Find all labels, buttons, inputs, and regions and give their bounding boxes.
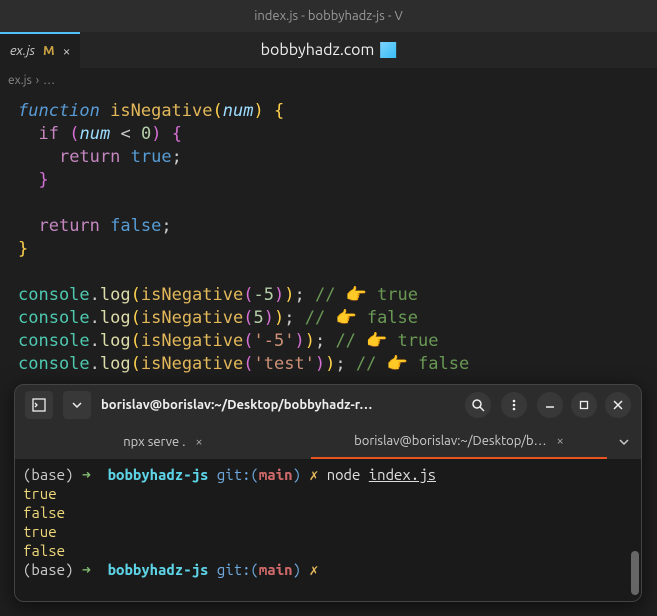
maximize-button[interactable] [571, 392, 597, 418]
chevron-down-icon [619, 437, 629, 447]
terminal-title: borislav@borislav:~/Desktop/bobbyhadz-r… [101, 398, 455, 412]
terminal-body[interactable]: (base) ➜ bobbyhadz-js git:(main) ✗ node … [15, 459, 641, 601]
git-branch: main [259, 466, 293, 483]
output-line: false [23, 542, 65, 559]
new-tab-button[interactable] [25, 391, 53, 419]
git-dirty-icon: ✗ [309, 466, 318, 483]
close-icon [612, 399, 624, 411]
editor-tabbar: ex.js M × bobbyhadz.com [0, 32, 657, 68]
minimize-icon [544, 399, 556, 411]
search-button[interactable] [465, 392, 491, 418]
menu-button[interactable] [501, 392, 527, 418]
output-line: true [23, 485, 57, 502]
param-num: num [223, 101, 254, 121]
breadcrumb-more: … [43, 74, 55, 87]
terminal-titlebar: borislav@borislav:~/Desktop/bobbyhadz-r… [15, 385, 641, 425]
terminal-tab-1-close[interactable]: × [195, 435, 202, 449]
terminal-tab-menu[interactable] [607, 425, 641, 459]
keyword-function: function [18, 101, 100, 121]
keyword-return: return [59, 147, 120, 167]
breadcrumb[interactable]: ex.js › … [0, 68, 657, 92]
terminal-tab-2-label: borislav@borislav:~/Desktop/b… [354, 434, 546, 448]
output-line: true [23, 523, 57, 540]
editor-tab-index-js[interactable]: ex.js M × [0, 32, 80, 68]
terminal-tab-1[interactable]: npx serve . × [15, 425, 311, 459]
cube-icon [380, 42, 396, 58]
tab-modified-indicator: M [43, 44, 55, 58]
terminal-tab-2[interactable]: borislav@borislav:~/Desktop/b… × [311, 425, 607, 459]
terminal-icon [32, 398, 46, 412]
window-titlebar: index.js - bobbyhadz-js - V [0, 0, 657, 32]
prompt-base: (base) [23, 466, 73, 483]
search-icon [471, 398, 485, 412]
comment: // 👉️ true [315, 285, 418, 305]
window-title: index.js - bobbyhadz-js - V [254, 9, 403, 23]
breadcrumb-separator: › [36, 74, 39, 87]
minimize-button[interactable] [537, 392, 563, 418]
terminal-tab-1-label: npx serve . [123, 435, 185, 449]
function-name: isNegative [110, 101, 212, 121]
prompt-dir: bobbyhadz-js [108, 466, 209, 483]
prompt-arrow: ➜ [82, 466, 91, 483]
breadcrumb-file: ex.js [8, 74, 32, 87]
maximize-icon [578, 399, 590, 411]
terminal-tab-2-close[interactable]: × [557, 434, 564, 448]
kebab-icon [507, 398, 521, 412]
console: console [18, 285, 90, 305]
watermark: bobbyhadz.com [261, 41, 397, 59]
dropdown-button[interactable] [63, 391, 91, 419]
cmd-node: node [327, 466, 361, 483]
terminal-window: borislav@borislav:~/Desktop/bobbyhadz-r…… [14, 384, 642, 602]
watermark-text: bobbyhadz.com [261, 41, 375, 59]
output-line: false [23, 504, 65, 521]
chevron-down-icon [72, 400, 82, 410]
cmd-file: index.js [369, 466, 436, 483]
tab-close-icon[interactable]: × [63, 43, 71, 59]
close-button[interactable] [605, 392, 631, 418]
terminal-tabs: npx serve . × borislav@borislav:~/Deskto… [15, 425, 641, 459]
code-editor[interactable]: function isNegative(num) { if (num < 0) … [0, 92, 657, 384]
keyword-if: if [38, 124, 58, 144]
terminal-scrollbar[interactable] [631, 551, 639, 595]
tab-filename: ex.js [10, 44, 35, 58]
